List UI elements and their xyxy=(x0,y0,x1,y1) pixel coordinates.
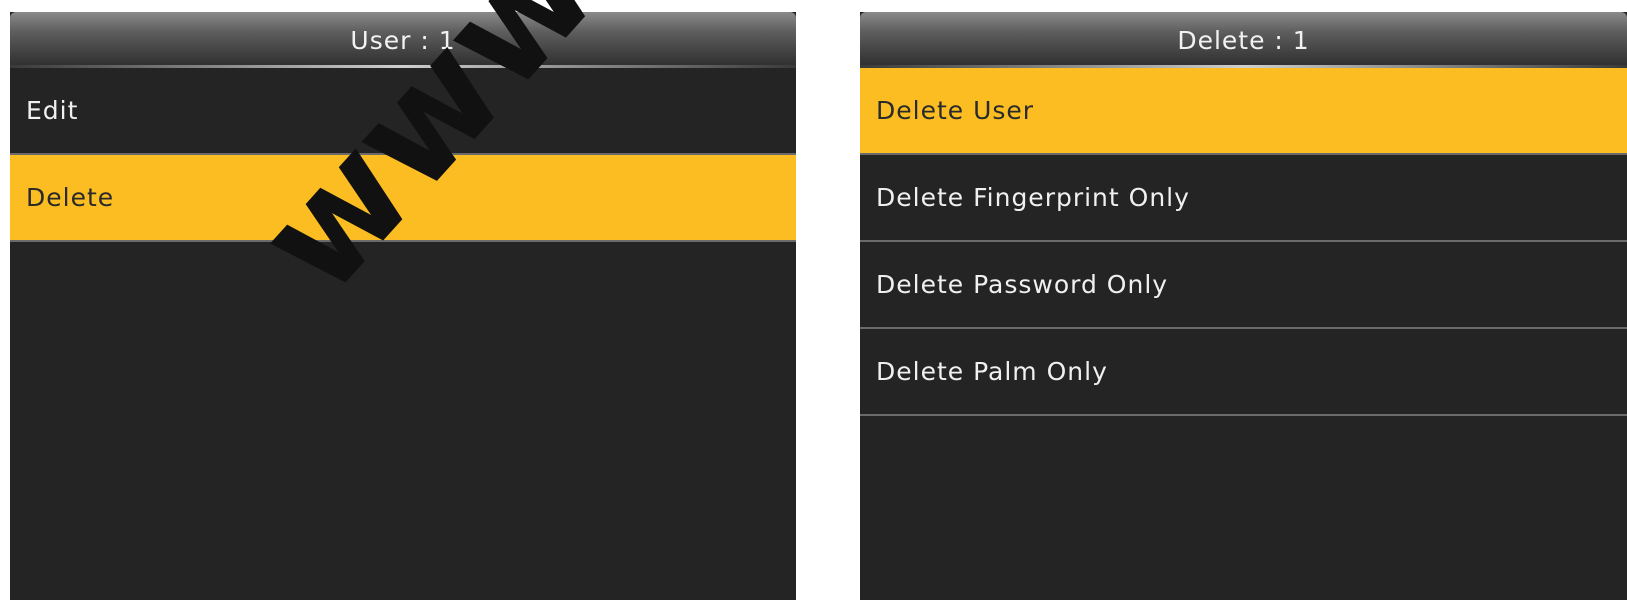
menu-item-delete-password-only[interactable]: Delete Password Only xyxy=(860,242,1627,329)
user-menu-title: User : 1 xyxy=(10,12,796,68)
user-menu-panel: User : 1 Edit Delete xyxy=(10,12,796,600)
menu-item-delete-fingerprint-only[interactable]: Delete Fingerprint Only xyxy=(860,155,1627,242)
delete-menu-list: Delete User Delete Fingerprint Only Dele… xyxy=(860,68,1627,416)
menu-item-label: Edit xyxy=(26,96,79,125)
delete-menu-title: Delete : 1 xyxy=(860,12,1627,68)
menu-item-delete-palm-only[interactable]: Delete Palm Only xyxy=(860,329,1627,416)
menu-item-label: Delete xyxy=(26,183,115,212)
screen: User : 1 Edit Delete Delete : 1 Delete U… xyxy=(0,0,1627,600)
delete-menu-panel: Delete : 1 Delete User Delete Fingerprin… xyxy=(860,12,1627,600)
menu-item-delete-user[interactable]: Delete User xyxy=(860,68,1627,155)
menu-item-label: Delete Palm Only xyxy=(876,357,1108,386)
menu-item-delete[interactable]: Delete xyxy=(10,155,796,242)
menu-item-edit[interactable]: Edit xyxy=(10,68,796,155)
user-menu-list: Edit Delete xyxy=(10,68,796,242)
menu-item-label: Delete Password Only xyxy=(876,270,1169,299)
menu-item-label: Delete Fingerprint Only xyxy=(876,183,1190,212)
menu-item-label: Delete User xyxy=(876,96,1035,125)
